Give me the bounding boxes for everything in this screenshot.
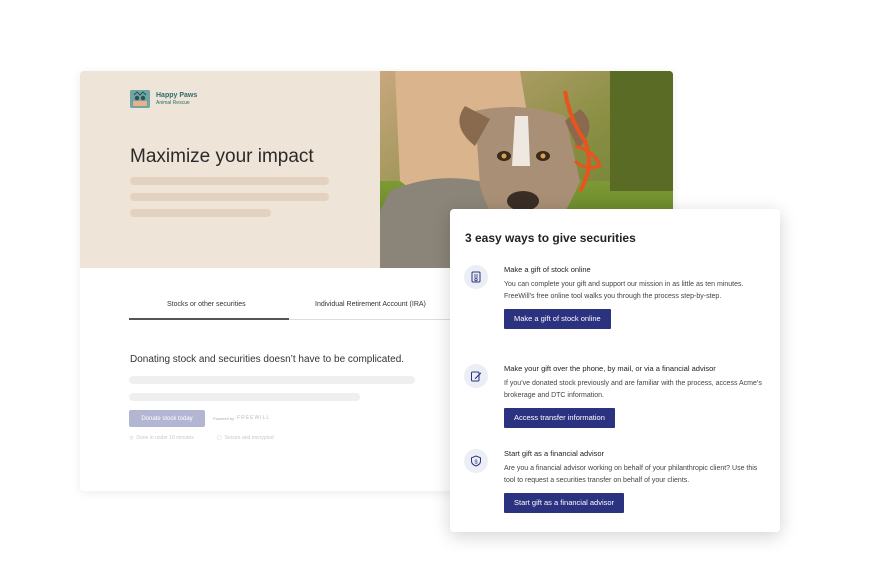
brand-logo[interactable]: Happy Paws Animal Rescue [130, 90, 197, 108]
meta-time: ◷ Done in under 10 minutes [129, 435, 194, 441]
shield-dollar-icon: $ [464, 449, 488, 473]
meta-secure: ▢ Secure and encrypted [217, 435, 274, 441]
option-description: You can complete your gift and support o… [504, 281, 744, 300]
donate-stock-button[interactable]: Donate stock today [129, 410, 205, 427]
active-tab-indicator [129, 318, 289, 320]
securities-options-panel: 3 easy ways to give securities Make a gi… [450, 209, 780, 532]
brand-name: Happy Paws [156, 92, 198, 99]
meta-secure-label: Secure and encrypted [224, 435, 274, 441]
powered-by-label: Powered by [213, 415, 235, 421]
clock-icon: ◷ [129, 435, 134, 441]
hero-panel: Happy Paws Animal Rescue Maximize your i… [80, 71, 380, 268]
svg-text:$: $ [474, 459, 477, 465]
text-placeholder [129, 376, 415, 384]
option-heading: Start gift as a financial advisor [504, 449, 605, 458]
meta-time-label: Done in under 10 minutes [136, 435, 194, 441]
option-heading: Make a gift of stock online [504, 265, 591, 274]
panel-title: 3 easy ways to give securities [465, 231, 636, 245]
option-heading: Make your gift over the phone, by mail, … [504, 364, 716, 373]
page-title: Maximize your impact [130, 146, 314, 167]
tab-divider [289, 318, 459, 320]
option-description: Are you a financial advisor working on b… [504, 465, 758, 484]
brand-tagline: Animal Rescue [156, 100, 190, 106]
text-placeholder [129, 393, 360, 401]
tab-stocks[interactable]: Stocks or other securities [167, 301, 246, 308]
option-description: If you’ve donated stock previously and a… [504, 380, 762, 399]
access-transfer-info-button[interactable]: Access transfer information [504, 408, 615, 428]
certificate-icon [464, 265, 488, 289]
make-gift-stock-online-button[interactable]: Make a gift of stock online [504, 309, 611, 329]
lead-text: Donating stock and securities doesn’t ha… [130, 354, 405, 365]
paw-logo-icon [130, 90, 150, 108]
lock-icon: ▢ [217, 435, 222, 441]
powered-by: Powered by FREEWILL [213, 415, 270, 421]
text-placeholder [130, 209, 271, 217]
edit-form-icon [464, 364, 488, 388]
text-placeholder [130, 177, 329, 185]
tab-ira[interactable]: Individual Retirement Account (IRA) [315, 301, 426, 308]
freewill-logo: FREEWILL [237, 415, 271, 421]
start-gift-advisor-button[interactable]: Start gift as a financial advisor [504, 493, 625, 513]
gift-type-tabs: Stocks or other securities Individual Re… [129, 301, 459, 321]
text-placeholder [130, 193, 329, 201]
